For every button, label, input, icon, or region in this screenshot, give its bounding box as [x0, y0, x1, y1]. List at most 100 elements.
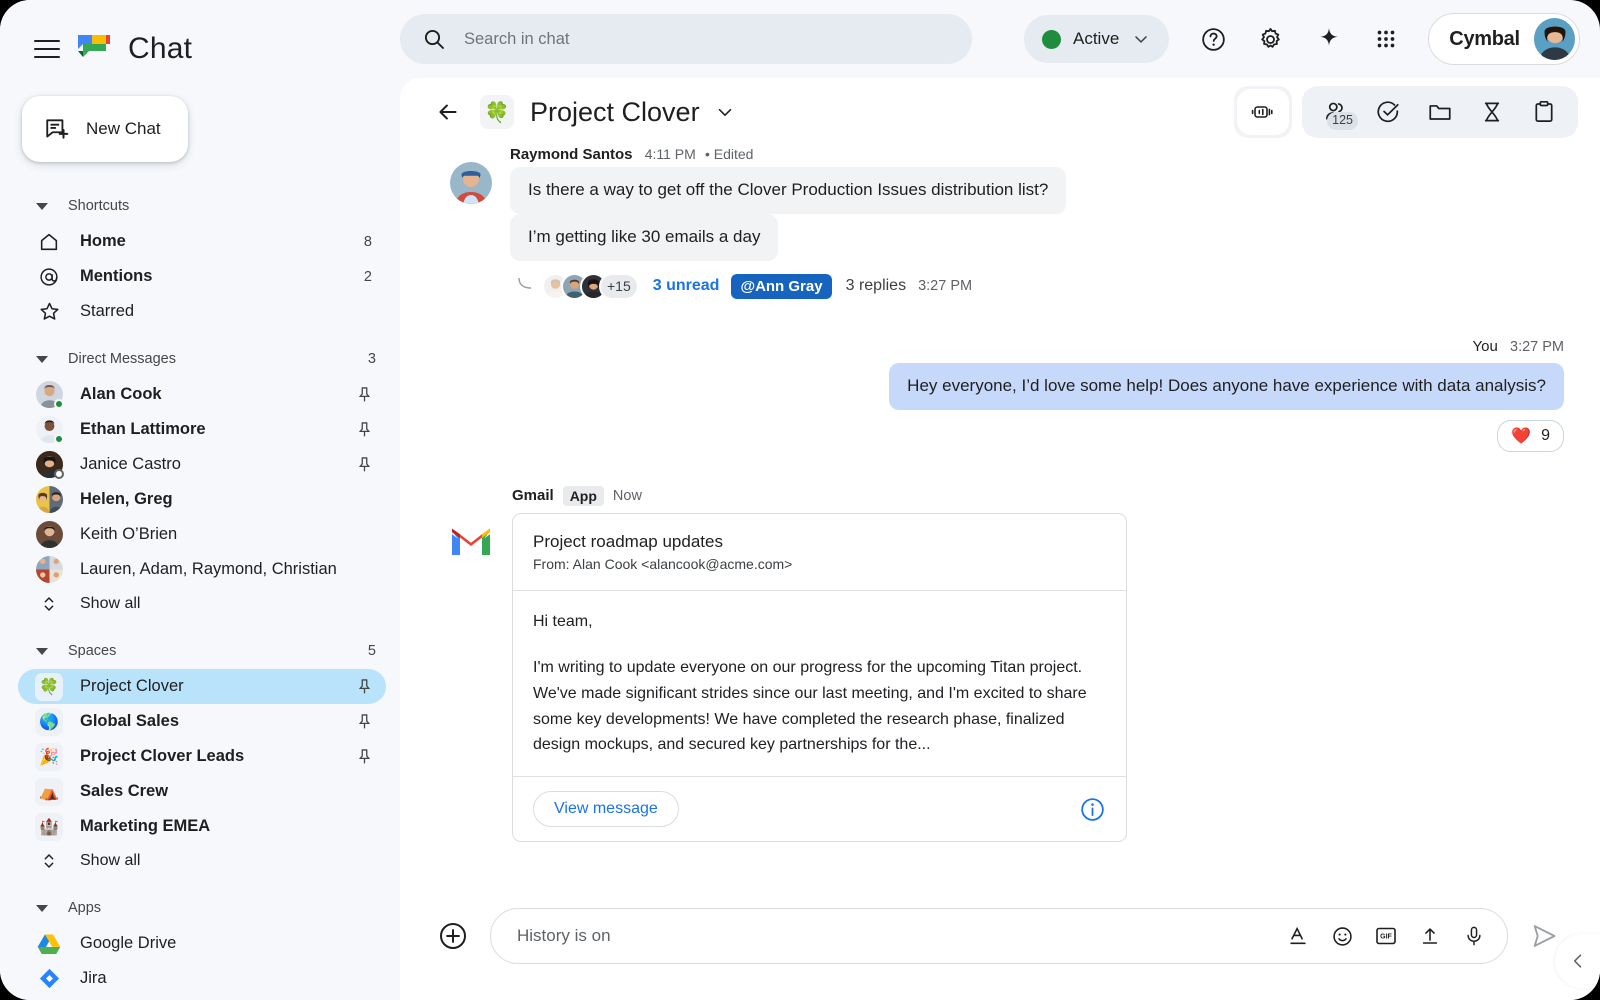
unread-label[interactable]: 3 unread [653, 277, 720, 295]
gif-icon[interactable]: GIF [1371, 921, 1401, 951]
help-icon[interactable] [1191, 17, 1235, 61]
show-all-label: Show all [80, 595, 140, 613]
member-count-badge: 125 [1327, 112, 1358, 130]
show-all-spaces[interactable]: Show all [18, 844, 400, 878]
sidebar-item-jira[interactable]: Jira [18, 961, 386, 996]
sidebar-item-global-sales[interactable]: 🌎 Global Sales [18, 704, 386, 739]
tasks-check-icon[interactable] [1366, 90, 1410, 134]
new-chat-icon [44, 116, 70, 142]
sidebar-item-home[interactable]: Home 8 [18, 224, 386, 259]
apps-grid-icon[interactable] [1365, 17, 1409, 61]
upload-file-icon[interactable] [1415, 921, 1445, 951]
gemini-sparkle-icon[interactable] [1307, 17, 1351, 61]
settings-gear-icon[interactable] [1249, 17, 1293, 61]
status-selector[interactable]: Active [1024, 15, 1169, 63]
section-header-spaces[interactable]: Spaces 5 [0, 633, 400, 669]
view-message-button[interactable]: View message [533, 791, 679, 827]
pin-icon[interactable] [357, 421, 372, 438]
back-arrow-icon[interactable] [428, 92, 468, 132]
clipboard-icon[interactable] [1522, 90, 1566, 134]
unread-count: 8 [364, 234, 372, 250]
message-bubble[interactable]: I’m getting like 30 emails a day [510, 214, 778, 261]
section-title: Spaces [68, 643, 368, 659]
section-header-apps[interactable]: Apps [0, 890, 400, 926]
space-emoji-icon: 🎉 [34, 743, 64, 771]
thread-participants: +15 [542, 273, 639, 300]
chevron-down-icon [36, 203, 48, 210]
search-icon [422, 27, 446, 51]
app-name: Gmail [512, 487, 554, 504]
search-bar[interactable] [400, 14, 972, 64]
thread-summary[interactable]: +15 3 unread @Ann Gray 3 replies 3:27 PM [510, 273, 1570, 300]
microphone-icon[interactable] [1459, 921, 1489, 951]
avatar[interactable] [1534, 18, 1575, 60]
presence-indicator [54, 434, 64, 444]
app-message-meta: Gmail App Now [512, 486, 1570, 506]
pin-icon[interactable] [357, 386, 372, 403]
sidebar-item-starred[interactable]: Starred [18, 294, 386, 329]
new-chat-button[interactable]: New Chat [22, 96, 188, 162]
brand-name: Cymbal [1449, 28, 1519, 51]
show-all-direct-messages[interactable]: Show all [18, 587, 400, 621]
sidebar-item-project-clover-leads[interactable]: 🎉 Project Clover Leads [18, 739, 386, 774]
account-switcher[interactable]: Cymbal [1428, 13, 1580, 65]
section-title: Direct Messages [68, 351, 368, 367]
pin-icon[interactable] [357, 678, 372, 695]
chevron-down-icon[interactable] [714, 101, 736, 123]
sidebar-item-sales-crew[interactable]: ⛺ Sales Crew [18, 774, 386, 809]
at-icon [34, 266, 64, 288]
reaction-chip[interactable]: ❤️ 9 [1497, 420, 1564, 452]
mention-chip[interactable]: @Ann Gray [731, 274, 831, 299]
plus-circle-icon[interactable] [430, 913, 476, 959]
pin-icon[interactable] [357, 748, 372, 765]
message-composer: GIF [400, 890, 1600, 1000]
composer-tools: GIF [1283, 921, 1489, 951]
pin-icon[interactable] [357, 713, 372, 730]
message-input[interactable] [517, 926, 1283, 946]
files-folder-icon[interactable] [1418, 90, 1462, 134]
info-icon[interactable] [1079, 796, 1106, 823]
sidebar-item-helen-greg[interactable]: Helen, Greg [18, 482, 386, 517]
chevron-down-icon [1131, 29, 1151, 49]
shared-tab-icon[interactable] [1470, 90, 1514, 134]
reply-count: 3 replies [846, 277, 906, 295]
emoji-icon[interactable] [1327, 921, 1357, 951]
sidebar-item-ethan-lattimore[interactable]: Ethan Lattimore [18, 412, 386, 447]
app-card-row: Project roadmap updates From: Alan Cook … [450, 513, 1570, 843]
section-header-shortcuts[interactable]: Shortcuts [0, 188, 400, 224]
message-bubble[interactable]: Hey everyone, I’d love some help! Does a… [889, 363, 1564, 410]
unread-count: 2 [364, 269, 372, 285]
hamburger-menu-icon[interactable] [34, 40, 60, 58]
sidebar-item-marketing-emea[interactable]: 🏰 Marketing EMEA [18, 809, 386, 844]
message-list[interactable]: Raymond Santos 4:11 PM • Edited Is there… [400, 146, 1600, 890]
section-count: 3 [368, 351, 376, 367]
section-title: Shortcuts [68, 198, 376, 214]
pin-icon[interactable] [357, 456, 372, 473]
sidebar-item-label: Ethan Lattimore [80, 420, 357, 439]
sidebar-item-keith-obrien[interactable]: Keith O’Brien [18, 517, 386, 552]
heart-emoji-icon: ❤️ [1511, 426, 1531, 445]
google-chat-logo [74, 29, 114, 69]
new-chat-label: New Chat [86, 119, 161, 139]
sidebar-item-mentions[interactable]: Mentions 2 [18, 259, 386, 294]
sidebar-nav: Shortcuts Home 8 M [0, 162, 400, 1000]
sidebar-item-group-dm[interactable]: Lauren, Adam, Raymond, Christian [18, 552, 386, 587]
section-header-direct-messages[interactable]: Direct Messages 3 [0, 341, 400, 377]
members-icon[interactable]: 125 [1314, 90, 1358, 134]
sidebar-item-google-drive[interactable]: Google Drive [18, 926, 386, 961]
start-huddle-icon[interactable] [1237, 89, 1289, 135]
search-input[interactable] [464, 30, 950, 49]
message-bubble[interactable]: Is there a way to get off the Clover Pro… [510, 167, 1066, 214]
space-emoji-icon: 🌎 [34, 708, 64, 736]
composer-input-box[interactable]: GIF [490, 908, 1508, 964]
collapse-panel-button[interactable] [1555, 934, 1600, 988]
avatar [34, 556, 64, 583]
sidebar-item-janice-castro[interactable]: Janice Castro [18, 447, 386, 482]
sidebar-item-project-clover[interactable]: 🍀 Project Clover [18, 669, 386, 704]
message-timestamp: 3:27 PM [1510, 339, 1564, 355]
sidebar-item-label: Janice Castro [80, 455, 357, 474]
space-emoji-icon: 🍀 [34, 673, 64, 701]
format-text-icon[interactable] [1283, 921, 1313, 951]
sidebar-item-alan-cook[interactable]: Alan Cook [18, 377, 386, 412]
chevron-down-icon [36, 648, 48, 655]
